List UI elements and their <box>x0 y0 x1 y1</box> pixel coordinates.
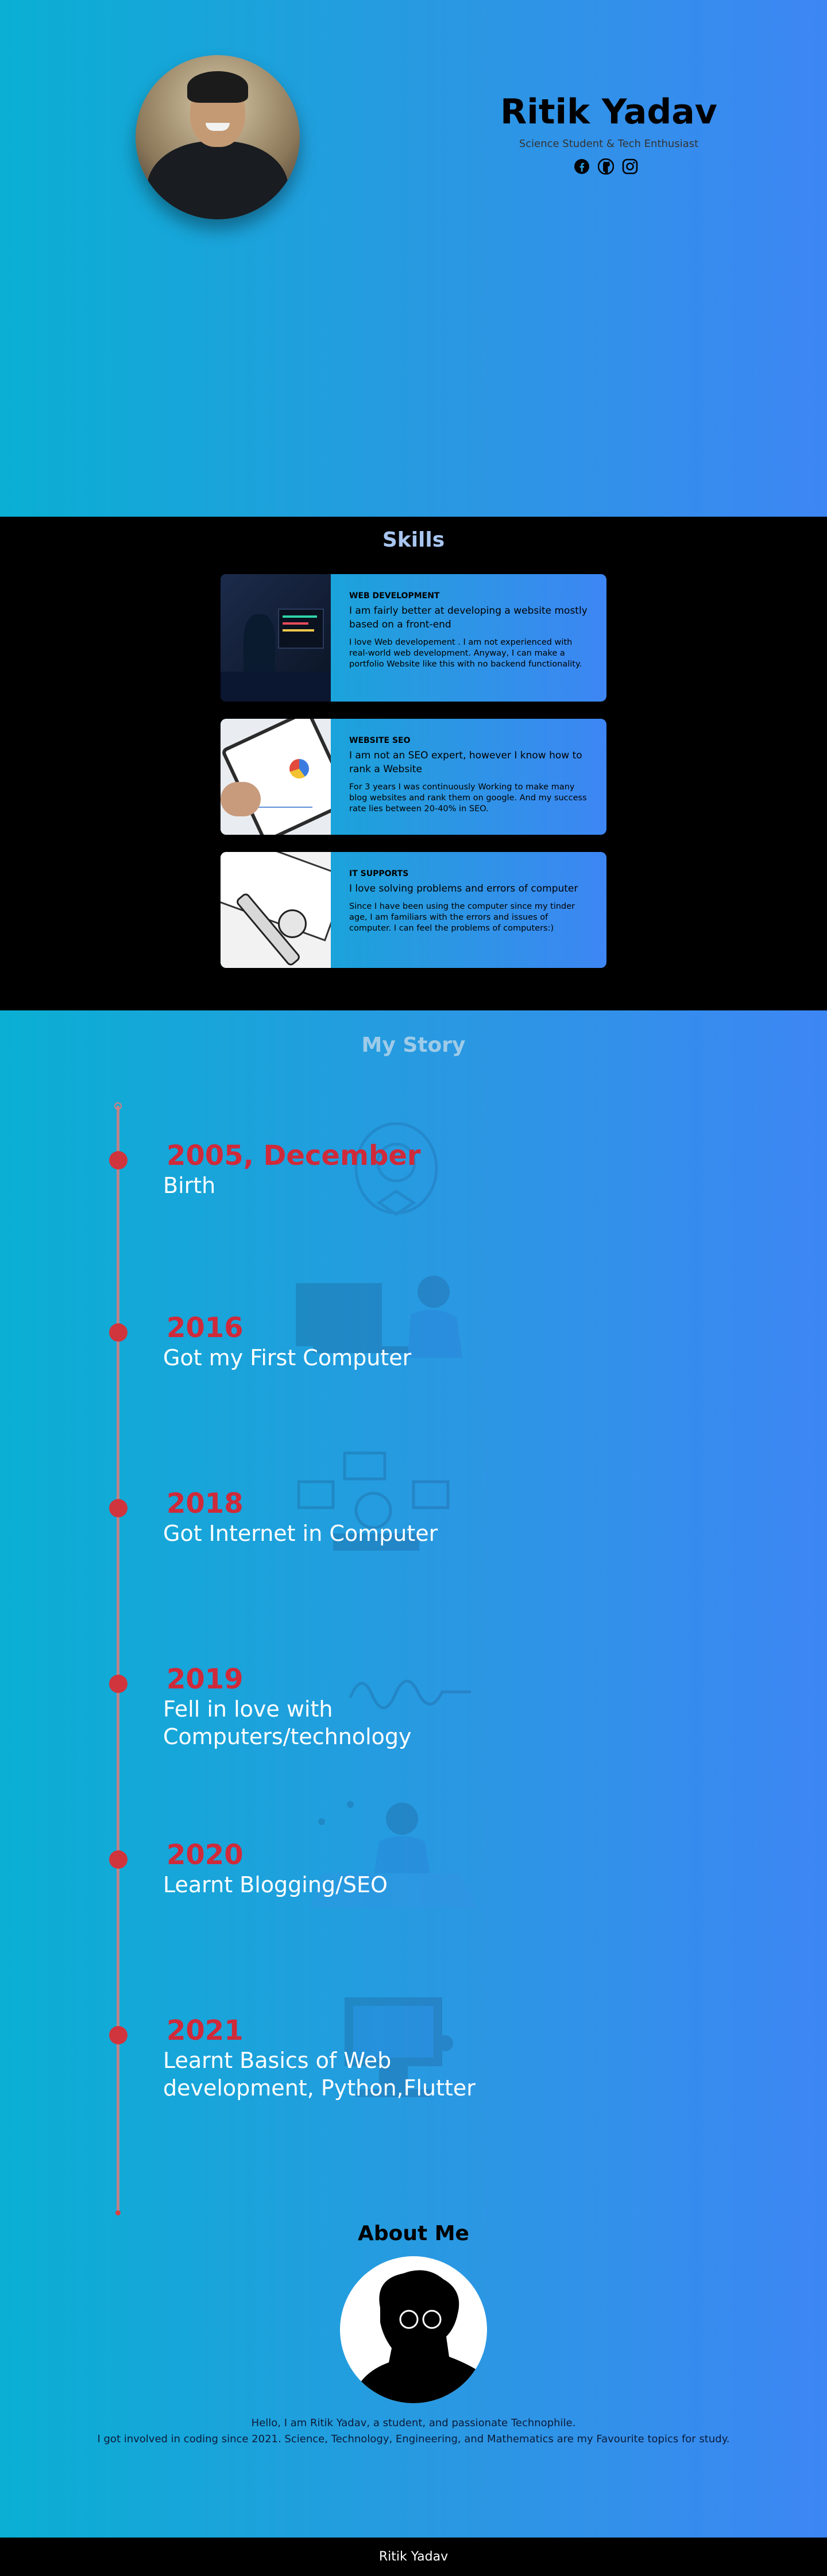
skill-heading: WEB DEVELOPMENT <box>349 591 440 601</box>
skill-heading: WEBSITE SEO <box>349 736 411 745</box>
skill-description: Since I have been using the computer sin… <box>349 902 575 933</box>
skill-heading: IT SUPPORTS <box>349 869 409 878</box>
facebook-icon[interactable] <box>573 158 590 175</box>
footer: Ritik Yadav <box>0 2538 827 2576</box>
skill-card-it-supports: IT SUPPORTS I love solving problems and … <box>221 852 606 968</box>
story-section: My Story 2005, December Birth 2016 Got m… <box>0 1010 827 2216</box>
about-section: About Me Hello, I am Ritik Yadav, a stud… <box>0 2216 827 2538</box>
timeline-event: Fell in love with Computers/technology <box>163 1696 412 1749</box>
social-links <box>573 158 639 175</box>
timeline-year: 2018 <box>167 1488 244 1520</box>
instagram-icon[interactable] <box>621 158 639 175</box>
timeline-dot <box>109 1675 127 1693</box>
timeline-event: Learnt Blogging/SEO <box>163 1872 388 1897</box>
timeline-end <box>115 2210 121 2215</box>
hero-section: Ritik Yadav Science Student & Tech Enthu… <box>0 0 827 517</box>
timeline-dot <box>109 1151 127 1169</box>
about-avatar <box>340 2256 487 2403</box>
timeline-dot <box>109 1850 127 1869</box>
web-development-image <box>221 574 331 702</box>
timeline-year: 2005, December <box>167 1140 421 1172</box>
story-title: My Story <box>361 1033 466 1057</box>
skill-lead: I am fairly better at developing a websi… <box>349 605 588 630</box>
skill-description: I love Web developement . I am not exper… <box>349 638 582 669</box>
timeline-year: 2019 <box>167 1663 244 1695</box>
skill-lead: I am not an SEO expert, however I know h… <box>349 750 582 775</box>
timeline-event: Learnt Basics of Web development, Python… <box>163 2048 476 2101</box>
timeline-year: 2021 <box>167 2015 244 2047</box>
blogging-illustration <box>310 1801 477 1908</box>
timeline-event: Got Internet in Computer <box>163 1521 438 1546</box>
skills-title: Skills <box>382 528 445 552</box>
about-line-1: Hello, I am Ritik Yadav, a student, and … <box>251 2417 576 2429</box>
hero-tagline: Science Student & Tech Enthusiast <box>519 138 699 150</box>
footer-text: Ritik Yadav <box>378 2550 449 2564</box>
skill-card-website-seo: WEBSITE SEO I am not an SEO expert, howe… <box>221 719 606 835</box>
timeline-dot <box>109 1323 127 1342</box>
about-line-2: I got involved in coding since 2021. Sci… <box>97 2433 730 2445</box>
timeline-event: Birth <box>163 1173 216 1198</box>
it-supports-image <box>221 852 331 968</box>
timeline-dot <box>109 1499 127 1517</box>
hero-name: Ritik Yadav <box>500 92 717 132</box>
profile-photo <box>136 55 300 219</box>
timeline-event: Got my First Computer <box>163 1345 412 1370</box>
about-title: About Me <box>358 2222 469 2245</box>
skills-section: Skills WEB DEVELOPMENT I am fairly bette… <box>0 517 827 1010</box>
timeline-dot <box>109 2026 127 2044</box>
skill-lead: I love solving problems and errors of co… <box>349 883 578 894</box>
website-seo-image <box>221 719 331 835</box>
timeline-line <box>117 1106 119 2211</box>
silhouette-illustration <box>351 2270 487 2403</box>
timeline-year: 2020 <box>167 1839 244 1871</box>
skill-description: For 3 years I was continuously Working t… <box>349 783 587 814</box>
timeline-year: 2016 <box>167 1312 244 1344</box>
skill-card-web-development: WEB DEVELOPMENT I am fairly better at de… <box>221 574 606 702</box>
github-icon[interactable] <box>597 158 615 175</box>
